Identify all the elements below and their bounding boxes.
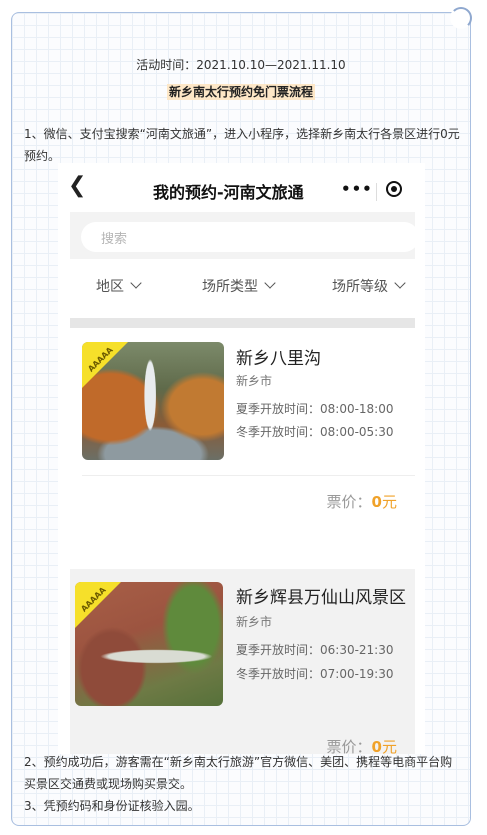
section-separator [70,318,415,328]
spot-city: 新乡市 [236,374,273,388]
step-1-text: 1、微信、支付宝搜索“河南文旅通”，进入小程序，选择新乡南太行各景区进行0元预约… [24,127,460,163]
list-item[interactable]: AAAAA 新乡八里沟 新乡市 夏季开放时间：08:00-18:00 冬季开放时… [70,330,415,565]
filter-venue-level-label: 场所等级 [332,279,388,295]
winter-hours: 冬季开放时间：07:00-19:30 [236,667,394,681]
scenic-photo: AAAAA [82,342,224,460]
summer-hours: 夏季开放时间：08:00-18:00 [236,402,394,416]
app-screenshot: ❮ 我的预约-河南文旅通 ••• 搜索 地区 场所类型 场所等级 AAAAA 新… [58,163,425,754]
filter-region[interactable]: 地区 [96,276,142,296]
close-target-icon[interactable] [386,181,402,197]
chevron-left-icon[interactable]: ❮ [68,173,86,198]
filter-region-label: 地区 [96,279,124,295]
summer-hours: 夏季开放时间：06:30-21:30 [236,643,394,657]
price-label: 票价： [326,493,372,511]
activity-time: 活动时间：2021.10.10—2021.11.10 [136,58,346,72]
search-input[interactable]: 搜索 [81,222,419,252]
page-curl-icon [450,7,472,29]
filter-venue-type[interactable]: 场所类型 [202,276,276,296]
app-title: 我的预约-河南文旅通 [153,183,304,202]
mini-program-capsule: ••• [341,180,419,206]
price-unit: 元 [381,493,397,511]
step-3-text: 3、凭预约码和身份证核验入园。 [24,799,200,813]
list-item[interactable]: AAAAA 新乡辉县万仙山风景区 新乡市 夏季开放时间：06:30-21:30 … [70,569,415,754]
step-2-text: 2、预约成功后，游客需在“新乡南太行旅游”官方微信、美团、携程等电商平台购买景区… [24,755,453,791]
ticket-price: 票价：0元 [327,491,397,512]
filter-venue-type-label: 场所类型 [202,279,258,295]
spot-name: 新乡八里沟 [236,349,321,369]
spot-name: 新乡辉县万仙山风景区 [236,588,406,608]
capsule-divider [376,183,377,201]
scenic-photo: AAAAA [75,582,223,706]
chevron-down-icon [130,277,142,289]
filter-bar: 地区 场所类型 场所等级 [70,264,415,312]
spot-city: 新乡市 [236,615,273,629]
more-icon[interactable]: ••• [341,180,373,198]
winter-hours: 冬季开放时间：08:00-05:30 [236,425,394,439]
article-card: 活动时间：2021.10.10—2021.11.10 新乡南太行预约免门票流程 … [11,7,472,826]
chevron-down-icon [394,277,406,289]
search-placeholder: 搜索 [101,232,128,247]
price-value: 0 [371,493,382,511]
app-nav-bar: ❮ 我的预约-河南文旅通 ••• [58,163,425,215]
title-highlight: 新乡南太行预约免门票流程 [166,84,315,100]
steps-2-3: 2、预约成功后，游客需在“新乡南太行旅游”官方微信、美团、携程等电商平台购买景区… [24,751,460,817]
filter-venue-level[interactable]: 场所等级 [332,276,406,296]
article-title: 新乡南太行预约免门票流程 [12,81,470,100]
chevron-down-icon [264,277,276,289]
search-area: 搜索 [70,212,419,259]
item-divider [82,475,415,476]
